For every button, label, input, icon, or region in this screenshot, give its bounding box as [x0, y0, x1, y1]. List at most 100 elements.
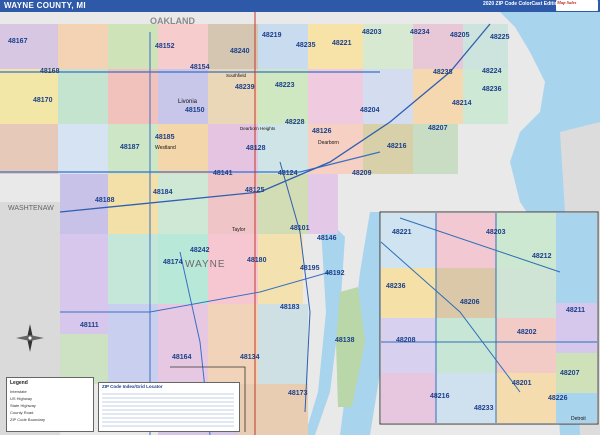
zip-label: 48206	[460, 299, 480, 306]
zip-index-table: ZIP Code Index/Grid Locator	[98, 382, 240, 432]
zip-label: 48204	[360, 107, 380, 114]
city-label: Dearborn	[318, 140, 339, 146]
zip-label: 48202	[517, 329, 537, 336]
region-label-washtenaw: WASHTENAW	[8, 205, 54, 212]
inset-zip-area	[496, 318, 556, 373]
zip-label: 48233	[474, 405, 494, 412]
legend-heading: Legend	[10, 380, 28, 386]
zip-label: 48211	[566, 307, 585, 314]
logo-text: Map Sales	[557, 0, 577, 5]
zip-label: 48219	[262, 32, 282, 39]
region-label-wayne: WAYNE	[185, 259, 226, 270]
zip-label: 48238	[433, 69, 453, 76]
zip-label: 48228	[285, 119, 305, 126]
zip-area	[208, 304, 258, 384]
city-label: Southfield	[226, 73, 247, 78]
zip-label: 48167	[8, 38, 28, 45]
inset-zip-area	[381, 318, 436, 373]
zip-label: 48235	[296, 42, 316, 49]
zip-label: 48128	[246, 145, 266, 152]
zip-label: 48216	[430, 393, 450, 400]
zip-label: 48207	[428, 125, 448, 132]
zip-area	[258, 304, 308, 384]
title-bar: WAYNE COUNTY, MI 2020 ZIP Code ColorCast…	[0, 0, 600, 12]
legend-item: State Highway	[10, 403, 36, 408]
inset-water	[556, 213, 597, 303]
zip-label: 48208	[396, 337, 416, 344]
zip-label: 48174	[163, 259, 183, 266]
zip-label: 48138	[335, 337, 355, 344]
zip-label: 48225	[490, 34, 510, 41]
city-label: Taylor	[232, 227, 246, 233]
zip-label: 48168	[40, 68, 60, 75]
zip-label: 48214	[452, 100, 472, 107]
zip-label: 48223	[275, 82, 295, 89]
zip-area	[158, 174, 208, 234]
zip-label: 48201	[512, 380, 532, 387]
zip-area	[208, 24, 258, 69]
zip-label: 48203	[486, 229, 506, 236]
inset-zip-area	[496, 268, 556, 318]
zip-label: 48188	[95, 197, 115, 204]
zip-label: 48152	[155, 43, 175, 50]
zip-label: 48234	[410, 29, 430, 36]
inset-zip-area	[436, 268, 496, 318]
zip-area	[0, 24, 58, 69]
zip-label: 48236	[386, 283, 406, 290]
zip-area	[463, 24, 508, 69]
zip-label: 48111	[80, 322, 99, 329]
zip-label: 48226	[548, 395, 568, 402]
zip-label: 48141	[213, 170, 233, 177]
zip-label: 48221	[332, 40, 352, 47]
zip-area	[258, 69, 308, 124]
zip-area	[208, 174, 258, 234]
map-poster: WAYNE COUNTY, MI 2020 ZIP Code ColorCast…	[0, 0, 600, 435]
legend-item: Interstate	[10, 389, 27, 394]
zip-label: 48170	[33, 97, 53, 104]
zip-label: 48221	[392, 229, 412, 236]
downtown-inset	[379, 211, 599, 425]
city-label: Livonia	[178, 99, 198, 105]
zip-label: 48207	[560, 370, 580, 377]
city-label: Westland	[155, 145, 176, 151]
legend-item: County Road	[10, 410, 34, 415]
zip-area	[258, 124, 308, 174]
zip-label: 48164	[172, 354, 192, 361]
zip-label: 48187	[120, 144, 140, 151]
zip-label: 48209	[352, 170, 372, 177]
zip-area	[258, 234, 303, 304]
zip-label: 48184	[153, 189, 173, 196]
zip-label: 48240	[230, 48, 250, 55]
inset-zip-area	[381, 373, 436, 423]
zip-label: 48180	[247, 257, 267, 264]
legend-item: US Highway	[10, 396, 33, 401]
zip-area	[58, 69, 108, 124]
zip-label: 48101	[290, 225, 310, 232]
inset-zip-area	[436, 318, 496, 373]
zip-label: 48146	[317, 235, 337, 242]
zip-label: 48134	[240, 354, 260, 361]
zip-label: 48125	[245, 187, 265, 194]
zip-area	[60, 174, 108, 234]
zip-label: 48192	[325, 270, 345, 277]
zip-label: 48173	[288, 390, 308, 397]
city-label: Detroit	[571, 416, 586, 422]
zip-label: 48242	[190, 247, 210, 254]
zip-area	[158, 69, 208, 124]
map-legend: Legend Interstate US Highway State Highw…	[6, 377, 94, 432]
zip-label: 48124	[278, 170, 298, 177]
zip-label: 48150	[185, 107, 205, 114]
legend-item: ZIP Code Boundary	[10, 417, 46, 422]
zip-label: 48236	[482, 86, 502, 93]
zip-label: 48203	[362, 29, 382, 36]
zip-label: 48126	[312, 128, 332, 135]
zip-area	[363, 69, 413, 124]
legend-items: Interstate US Highway State Highway Coun…	[10, 388, 45, 423]
zip-area	[308, 69, 363, 124]
edition-label: 2020 ZIP Code ColorCast Edition	[483, 1, 561, 7]
zip-label: 48224	[482, 68, 502, 75]
zip-label: 48212	[532, 253, 552, 260]
map-title: WAYNE COUNTY, MI	[4, 1, 86, 10]
zip-index-rows	[102, 391, 234, 429]
zip-label: 48216	[387, 143, 407, 150]
